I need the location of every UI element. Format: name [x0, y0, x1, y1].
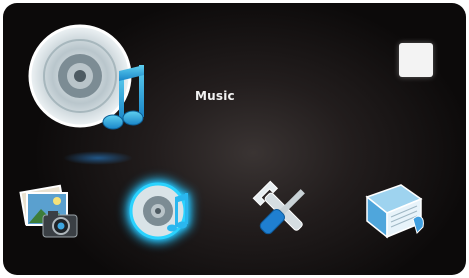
- menu-item-ebook[interactable]: [357, 175, 429, 247]
- photos-icon: [19, 184, 78, 238]
- menu-item-music[interactable]: [125, 175, 197, 247]
- ebook-icon: [365, 184, 424, 239]
- media-player-screen: Music: [3, 3, 466, 275]
- menu-item-photos[interactable]: [15, 175, 87, 247]
- menu-item-settings[interactable]: [247, 175, 319, 247]
- music-icon: [129, 182, 188, 240]
- hero-reflection: [63, 151, 133, 165]
- page-title: Music: [195, 89, 235, 103]
- stop-square-icon: [399, 43, 433, 77]
- music-disc-icon: [25, 21, 155, 151]
- settings-tools-icon: [252, 180, 305, 235]
